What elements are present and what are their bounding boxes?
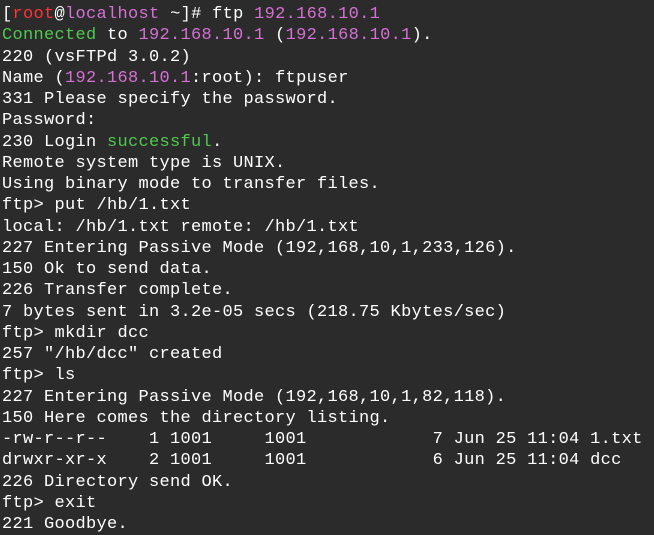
dir-entry-line: drwxr-xr-x 2 1001 1001 6 Jun 25 11:04 dc… [2,450,652,471]
login-a: 230 Login [2,133,107,152]
paren1: ( [265,26,286,45]
local-remote-line: local: /hb/1.txt remote: /hb/1.txt [2,217,652,238]
connected-line: Connected to 192.168.10.1 (192.168.10.1)… [2,25,652,46]
exit-cmd-line: ftp> exit [2,493,652,514]
file-entry-line: -rw-r--r-- 1 1001 1001 7 Jun 25 11:04 1.… [2,429,652,450]
dir-listing-line: 150 Here comes the directory listing. [2,408,652,429]
vsftpd-line: 220 (vsFTPd 3.0.2) [2,47,652,68]
ip: 192.168.10.1 [254,5,380,24]
host: localhost [65,5,160,24]
ip1: 192.168.10.1 [139,26,265,45]
dir-send-ok-line: 226 Directory send OK. [2,472,652,493]
successful: successful [107,133,212,152]
user: root [13,5,55,24]
binary-mode-line: Using binary mode to transfer files. [2,174,652,195]
name-ip: 192.168.10.1 [65,69,191,88]
goodbye-line: 221 Goodbye. [2,514,652,535]
paren2: ). [412,26,433,45]
put-cmd-line: ftp> put /hb/1.txt [2,195,652,216]
to: to [97,26,139,45]
transfer-complete-line: 226 Transfer complete. [2,280,652,301]
mkdir-result-line: 257 "/hb/dcc" created [2,344,652,365]
login-c: . [212,133,223,152]
ls-cmd-line: ftp> ls [2,365,652,386]
passive-2-line: 227 Entering Passive Mode (192,168,10,1,… [2,387,652,408]
connected: Connected [2,26,97,45]
ok-send-line: 150 Ok to send data. [2,259,652,280]
cmd: ftp [212,5,254,24]
name-a: Name ( [2,69,65,88]
remote-system-line: Remote system type is UNIX. [2,153,652,174]
bytes-sent-line: 7 bytes sent in 3.2e-05 secs (218.75 Kby… [2,302,652,323]
passive-1-line: 227 Entering Passive Mode (192,168,10,1,… [2,238,652,259]
tilde: ~ [160,5,181,24]
login-line: 230 Login successful. [2,132,652,153]
password-line: Password: [2,110,652,131]
ip2: 192.168.10.1 [286,26,412,45]
prompt-line: [root@localhost ~]# ftp 192.168.10.1 [2,4,652,25]
at: @ [55,5,66,24]
rbracket: ]# [181,5,213,24]
name-line: Name (192.168.10.1:root): ftpuser [2,68,652,89]
bracket: [ [2,5,13,24]
specify-pw-line: 331 Please specify the password. [2,89,652,110]
name-c: :root): ftpuser [191,69,349,88]
mkdir-cmd-line: ftp> mkdir dcc [2,323,652,344]
